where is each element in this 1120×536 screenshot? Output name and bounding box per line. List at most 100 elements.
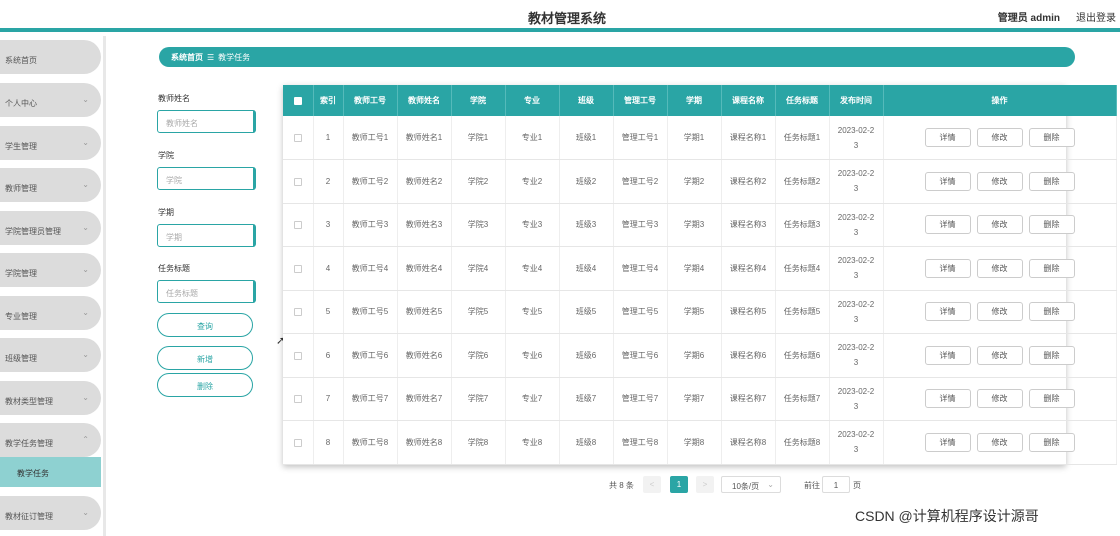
delete-button[interactable]: 删除 xyxy=(1028,432,1075,452)
table-cell: 课程名称3 xyxy=(721,203,776,247)
publish-date-wrap: 3 xyxy=(853,271,859,281)
sidebar-item-majors[interactable]: 专业管理 ⌄ xyxy=(0,296,101,330)
table-cell: 教师姓名2 xyxy=(397,159,452,204)
next-page-button[interactable]: > xyxy=(696,476,714,493)
table-cell: 学期5 xyxy=(667,290,722,334)
sidebar-item-teaching-tasks[interactable]: 教学任务管理 ⌃ xyxy=(0,423,101,457)
table-cell: 课程名称5 xyxy=(721,290,776,334)
sidebar-item-textbook-orders[interactable]: 教材征订管理 ⌄ xyxy=(0,496,101,530)
select-all-checkbox[interactable] xyxy=(283,85,314,116)
column-header: 操作 xyxy=(883,85,1117,116)
column-header: 发布时间 xyxy=(829,85,884,116)
college-input[interactable]: 学院 xyxy=(157,167,256,190)
detail-button[interactable]: 详情 xyxy=(924,389,971,409)
detail-button[interactable]: 详情 xyxy=(924,128,971,147)
row-checkbox[interactable] xyxy=(283,159,314,204)
breadcrumb-home[interactable]: 系统首页 xyxy=(171,53,203,62)
column-header: 教师姓名 xyxy=(397,85,452,116)
publish-date: 2023-02-2 xyxy=(837,430,875,440)
publish-date-wrap: 3 xyxy=(853,227,859,237)
column-header: 班级 xyxy=(559,85,614,116)
row-index: 2 xyxy=(313,159,344,204)
sidebar-item-classes[interactable]: 班级管理 ⌄ xyxy=(0,338,101,372)
batch-delete-button[interactable]: 删除 xyxy=(157,373,253,397)
edit-button[interactable]: 修改 xyxy=(976,171,1023,191)
column-header: 教师工号 xyxy=(343,85,398,116)
row-checkbox[interactable] xyxy=(283,377,314,421)
sidebar-item-profile[interactable]: 个人中心 ⌄ xyxy=(0,83,101,117)
detail-button[interactable]: 详情 xyxy=(924,432,971,452)
table-cell: 教师姓名7 xyxy=(397,377,452,421)
goto-page-input[interactable]: 1 xyxy=(822,476,850,493)
logout-link[interactable]: 退出登录 xyxy=(1076,9,1116,24)
table-cell: 课程名称7 xyxy=(721,377,776,421)
sidebar-item-colleges[interactable]: 学院管理 ⌄ xyxy=(0,253,101,287)
edit-button[interactable]: 修改 xyxy=(976,128,1023,147)
sidebar-item-label: 教材征订管理 xyxy=(5,512,53,521)
table-cell: 教师工号4 xyxy=(343,246,398,291)
publish-time: 2023-02-2 3 xyxy=(829,246,884,291)
edit-button[interactable]: 修改 xyxy=(976,432,1023,452)
add-button[interactable]: 新增 xyxy=(157,346,253,370)
delete-button[interactable]: 删除 xyxy=(1028,258,1075,278)
edit-button[interactable]: 修改 xyxy=(976,215,1023,235)
detail-button[interactable]: 详情 xyxy=(924,258,971,278)
row-checkbox[interactable] xyxy=(283,420,314,465)
table-cell: 专业2 xyxy=(505,159,560,204)
edit-button[interactable]: 修改 xyxy=(976,302,1023,322)
delete-button[interactable]: 删除 xyxy=(1028,171,1075,191)
detail-button[interactable]: 详情 xyxy=(924,345,971,365)
column-header: 学院 xyxy=(451,85,506,116)
page-number-1[interactable]: 1 xyxy=(670,476,688,493)
column-header: 学期 xyxy=(667,85,722,116)
row-checkbox[interactable] xyxy=(283,203,314,247)
edit-button[interactable]: 修改 xyxy=(976,258,1023,278)
sidebar-item-label: 系统首页 xyxy=(5,56,37,65)
row-checkbox[interactable] xyxy=(283,333,314,378)
detail-button[interactable]: 详情 xyxy=(924,171,971,191)
delete-button[interactable]: 删除 xyxy=(1028,302,1075,322)
delete-button[interactable]: 删除 xyxy=(1028,389,1075,409)
table-cell: 学期8 xyxy=(667,420,722,465)
page-size-select[interactable]: 10条/页 ⌄ xyxy=(721,476,781,493)
delete-button[interactable]: 删除 xyxy=(1028,215,1075,235)
delete-button[interactable]: 删除 xyxy=(1028,128,1075,147)
sidebar-item-label: 教学任务管理 xyxy=(5,439,53,448)
task-title-input[interactable]: 任务标题 xyxy=(157,280,256,303)
row-checkbox[interactable] xyxy=(283,116,314,160)
publish-date-wrap: 3 xyxy=(853,401,859,411)
table-cell: 教师工号8 xyxy=(343,420,398,465)
row-actions: 详情 修改 删除 xyxy=(883,333,1117,378)
table-cell: 管理工号5 xyxy=(613,290,668,334)
publish-time: 2023-02-2 3 xyxy=(829,290,884,334)
table-cell: 班级3 xyxy=(559,203,614,247)
row-checkbox[interactable] xyxy=(283,246,314,291)
delete-button[interactable]: 删除 xyxy=(1028,345,1075,365)
teacher-name-input[interactable]: 教师姓名 xyxy=(157,110,256,133)
sidebar-item-home[interactable]: 系统首页 xyxy=(0,40,101,74)
sidebar-item-students[interactable]: 学生管理 ⌄ xyxy=(0,126,101,160)
sidebar-item-teachers[interactable]: 教师管理 ⌄ xyxy=(0,168,101,202)
sidebar-item-label: 班级管理 xyxy=(5,354,37,363)
table-row: 3 教师工号3 教师姓名3 学院3 专业3 班级3 管理工号3 学期3 课程名称3 任务标题3 20… xyxy=(283,203,1117,247)
sidebar-item-college-admins[interactable]: 学院管理员管理 ⌄ xyxy=(0,211,101,245)
sidebar-item-textbook-types[interactable]: 教材类型管理 ⌄ xyxy=(0,381,101,415)
query-button[interactable]: 查询 xyxy=(157,313,253,337)
row-index: 4 xyxy=(313,246,344,291)
column-header: 索引 xyxy=(313,85,344,116)
row-index: 7 xyxy=(313,377,344,421)
edit-button[interactable]: 修改 xyxy=(976,345,1023,365)
table-cell: 任务标题4 xyxy=(775,246,830,291)
row-checkbox[interactable] xyxy=(283,290,314,334)
table-cell: 任务标题1 xyxy=(775,116,830,160)
semester-input[interactable]: 学期 xyxy=(157,224,256,247)
detail-button[interactable]: 详情 xyxy=(924,215,971,235)
chevron-down-icon: ⌄ xyxy=(82,95,89,104)
publish-time: 2023-02-2 3 xyxy=(829,377,884,421)
table-cell: 学院4 xyxy=(451,246,506,291)
prev-page-button[interactable]: < xyxy=(643,476,661,493)
task-title-label: 任务标题 xyxy=(158,264,190,273)
table-row: 7 教师工号7 教师姓名7 学院7 专业7 班级7 管理工号7 学期7 课程名称7 任务标题7 20… xyxy=(283,377,1117,421)
edit-button[interactable]: 修改 xyxy=(976,389,1023,409)
detail-button[interactable]: 详情 xyxy=(924,302,971,322)
